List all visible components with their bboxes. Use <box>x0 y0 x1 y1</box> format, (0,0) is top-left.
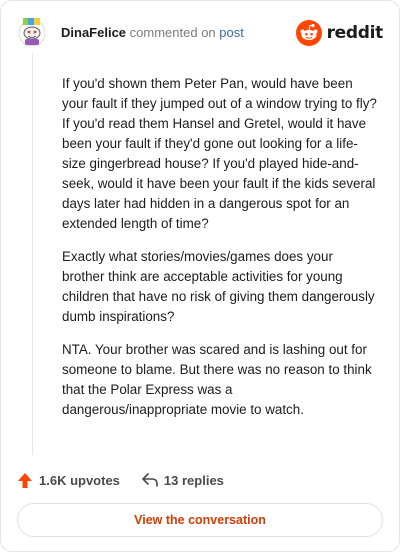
comment-card: DinaFelice commented on post reddit If y… <box>0 0 400 552</box>
arrow-up-icon <box>18 472 32 488</box>
upvote-button[interactable]: 1.6K upvotes <box>17 472 120 489</box>
comment-header: DinaFelice commented on post reddit <box>17 15 385 51</box>
view-conversation-button[interactable]: View the conversation <box>17 503 383 537</box>
snoo-avatar-icon <box>18 18 46 47</box>
reply-count: 13 replies <box>163 472 224 488</box>
upvote-count: 1.6K upvotes <box>39 472 120 488</box>
reddit-logo[interactable]: reddit <box>295 19 384 47</box>
reddit-snoo-icon <box>295 20 322 46</box>
author-line: DinaFelice commented on post <box>61 25 244 41</box>
user-avatar[interactable] <box>17 17 47 47</box>
comment-paragraph: Exactly what stories/movies/games does y… <box>62 249 375 324</box>
comment-actions: 1.6K upvotes 13 replies <box>17 469 224 491</box>
reply-arrow-icon <box>142 473 158 487</box>
brand-wordmark: reddit <box>326 23 384 43</box>
author-name[interactable]: DinaFelice <box>61 25 126 40</box>
comment-paragraph: NTA. Your brother was scared and is lash… <box>62 342 372 417</box>
replies-button[interactable]: 13 replies <box>142 473 224 488</box>
comment-paragraph: If you'd shown them Peter Pan, would hav… <box>62 76 377 231</box>
thread-line <box>32 53 33 455</box>
post-link[interactable]: post <box>219 25 244 40</box>
comment-body: If you'd shown them Peter Pan, would hav… <box>62 74 378 433</box>
action-text: commented on <box>129 25 216 40</box>
